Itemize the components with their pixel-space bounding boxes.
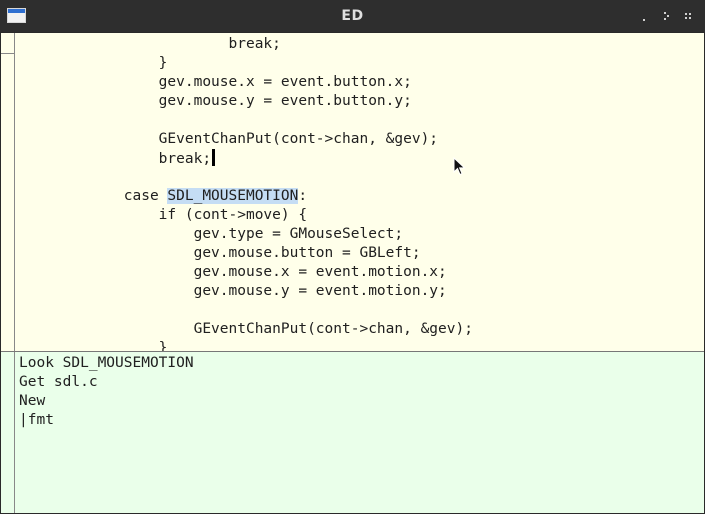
title-bar: ED	[0, 0, 705, 32]
command-line[interactable]: Look SDL_MOUSEMOTION	[19, 354, 700, 373]
command-pane[interactable]: Look SDL_MOUSEMOTION Get sdl.c New |fmt	[1, 352, 704, 513]
code-line[interactable]: gev.mouse.y = event.button.y;	[19, 92, 700, 111]
command-scrollbar[interactable]	[1, 352, 15, 513]
command-line[interactable]: New	[19, 392, 700, 411]
close-icon[interactable]	[678, 6, 698, 26]
code-line[interactable]: if (cont->move) {	[19, 206, 700, 225]
code-line[interactable]	[19, 301, 700, 320]
code-line[interactable]: }	[19, 339, 700, 351]
code-line[interactable]: }	[19, 54, 700, 73]
code-line[interactable]: break;	[19, 149, 700, 168]
code-line[interactable]: case SDL_MOUSEMOTION:	[19, 187, 700, 206]
code-line[interactable]: gev.type = GMouseSelect;	[19, 225, 700, 244]
code-line[interactable]: gev.mouse.button = GBLeft;	[19, 244, 700, 263]
restore-icon[interactable]	[656, 6, 676, 26]
code-line[interactable]	[19, 168, 700, 187]
mouse-pointer-icon	[453, 157, 466, 176]
command-line[interactable]: |fmt	[19, 411, 700, 430]
command-line[interactable]: Get sdl.c	[19, 373, 700, 392]
code-line[interactable]: gev.mouse.x = event.button.x;	[19, 73, 700, 92]
editor-text[interactable]: break; } gev.mouse.x = event.button.x; g…	[19, 35, 700, 351]
code-line[interactable]: gev.mouse.y = event.motion.y;	[19, 282, 700, 301]
window-title: ED	[341, 8, 364, 24]
code-line[interactable]: GEventChanPut(cont->chan, &gev);	[19, 320, 700, 339]
command-text[interactable]: Look SDL_MOUSEMOTION Get sdl.c New |fmt	[19, 354, 700, 430]
code-line[interactable]: gev.mouse.x = event.motion.x;	[19, 263, 700, 282]
minimize-icon[interactable]	[634, 6, 654, 26]
editor-window: break; } gev.mouse.x = event.button.x; g…	[0, 32, 705, 514]
selected-text[interactable]: SDL_MOUSEMOTION	[167, 188, 299, 204]
code-line[interactable]: GEventChanPut(cont->chan, &gev);	[19, 130, 700, 149]
code-line[interactable]: break;	[19, 35, 700, 54]
editor-pane[interactable]: break; } gev.mouse.x = event.button.x; g…	[1, 33, 704, 351]
code-line[interactable]	[19, 111, 700, 130]
editor-scrollbar[interactable]	[1, 33, 15, 351]
text-caret	[212, 149, 216, 166]
